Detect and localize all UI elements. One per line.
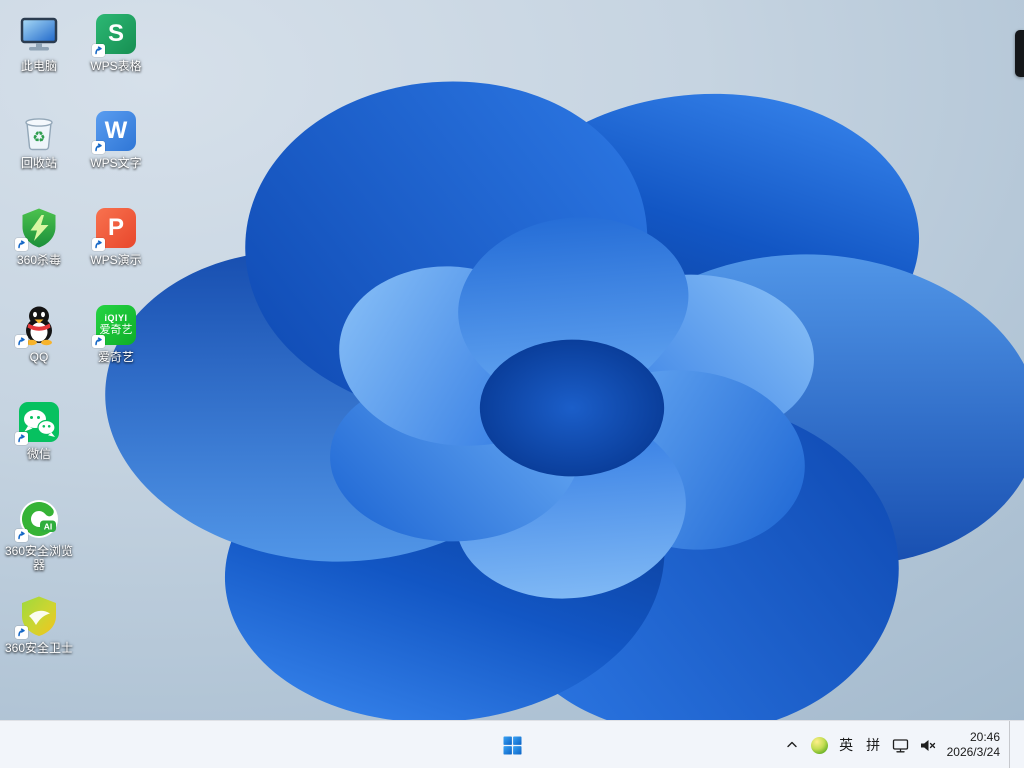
wps-presentation-letter: P [107, 214, 124, 241]
tray-chevron-up-button[interactable] [779, 726, 806, 764]
desktop-surface[interactable]: 此电脑 ♻ 回收站 360杀毒 QQ 微信 AI 360安全浏览器 360安全卫… [0, 0, 1024, 768]
shortcut-arrow-icon [92, 238, 105, 251]
desktop-icon-label: 微信 [26, 447, 51, 461]
desktop-icon-360-antivirus[interactable]: 360杀毒 [1, 199, 77, 296]
network-icon[interactable] [887, 726, 914, 764]
desktop-icon-360-browser[interactable]: AI 360安全浏览器 [1, 490, 77, 587]
desktop-icon-wps-writer[interactable]: W WPS文字 [78, 102, 154, 199]
desktop-icon-column-2: S WPS表格 W WPS文字 P WPS演示 iQIYI 爱奇艺 爱奇艺 [78, 5, 154, 393]
taskbar-clock[interactable]: 20:46 2026/3/24 [941, 726, 1006, 764]
wps-writer-icon: W [92, 109, 138, 154]
svg-text:♻: ♻ [32, 129, 45, 146]
qq-penguin-icon [15, 303, 61, 348]
iqiyi-brand-text: iQIYI [104, 313, 128, 323]
this-pc-icon [17, 12, 61, 56]
ime-mode-indicator[interactable]: 拼 [860, 726, 887, 764]
shortcut-arrow-icon [15, 335, 28, 348]
windows-logo-icon [503, 736, 521, 754]
desktop-icon-label: 360安全浏览器 [4, 544, 74, 572]
wps-presentation-icon: P [92, 206, 138, 251]
desktop-icon-qq[interactable]: QQ [1, 296, 77, 393]
360-guard-shield-icon [15, 594, 61, 639]
shortcut-arrow-icon [92, 335, 105, 348]
desktop-icon-wps-spreadsheet[interactable]: S WPS表格 [78, 5, 154, 102]
desktop-icon-label: WPS演示 [90, 253, 142, 267]
ime-language-indicator[interactable]: 英 [833, 726, 860, 764]
shortcut-arrow-icon [92, 44, 105, 57]
desktop-icon-360-guard[interactable]: 360安全卫士 [1, 587, 77, 684]
desktop-icon-label: 爱奇艺 [97, 350, 134, 364]
360-antivirus-shield-icon [15, 206, 61, 251]
desktop-icon-label: WPS表格 [90, 59, 142, 73]
start-button[interactable] [490, 723, 534, 767]
wps-spreadsheet-letter: S [107, 20, 124, 47]
360-tray-ball-icon [810, 736, 828, 754]
shortcut-arrow-icon [92, 141, 105, 154]
wps-spreadsheet-icon: S [92, 12, 138, 57]
svg-text:AI: AI [44, 522, 53, 532]
desktop-icon-iqiyi[interactable]: iQIYI 爱奇艺 爱奇艺 [78, 296, 154, 393]
shortcut-arrow-icon [15, 529, 28, 542]
desktop-icon-recycle-bin[interactable]: ♻ 回收站 [1, 102, 77, 199]
shortcut-arrow-icon [15, 238, 28, 251]
shortcut-arrow-icon [15, 432, 28, 445]
shortcut-arrow-icon [15, 626, 28, 639]
desktop-icon-label: QQ [29, 350, 49, 364]
show-desktop-button[interactable] [1009, 721, 1018, 768]
recycle-bin-icon: ♻ [17, 109, 61, 153]
360-browser-icon: AI [15, 497, 61, 542]
clock-date: 2026/3/24 [946, 745, 1000, 759]
chevron-up-icon [787, 741, 797, 748]
clock-time: 20:46 [969, 730, 1000, 744]
desktop-icon-label: 此电脑 [20, 59, 57, 73]
wechat-bubbles-icon [15, 400, 61, 445]
system-tray: 英 拼 20:46 2026/3/24 [779, 721, 1024, 768]
desktop-icon-label: 360安全卫士 [4, 641, 74, 655]
edge-peek-handle[interactable] [1015, 30, 1024, 77]
desktop-icon-label: 360杀毒 [16, 253, 62, 267]
desktop-icon-wps-presentation[interactable]: P WPS演示 [78, 199, 154, 296]
desktop-icon-label: WPS文字 [90, 156, 142, 170]
taskbar: 英 拼 20:46 2026/3/24 [0, 720, 1024, 768]
tray-360-safety-icon[interactable] [806, 726, 833, 764]
volume-muted-icon[interactable] [914, 726, 941, 764]
desktop-icon-this-pc[interactable]: 此电脑 [1, 5, 77, 102]
desktop-icon-label: 回收站 [20, 156, 57, 170]
desktop-icon-wechat[interactable]: 微信 [1, 393, 77, 490]
desktop-icon-column-1: 此电脑 ♻ 回收站 360杀毒 QQ 微信 AI 360安全浏览器 360安全卫… [1, 5, 77, 684]
iqiyi-icon: iQIYI 爱奇艺 [92, 303, 138, 348]
wps-writer-letter: W [104, 117, 128, 144]
